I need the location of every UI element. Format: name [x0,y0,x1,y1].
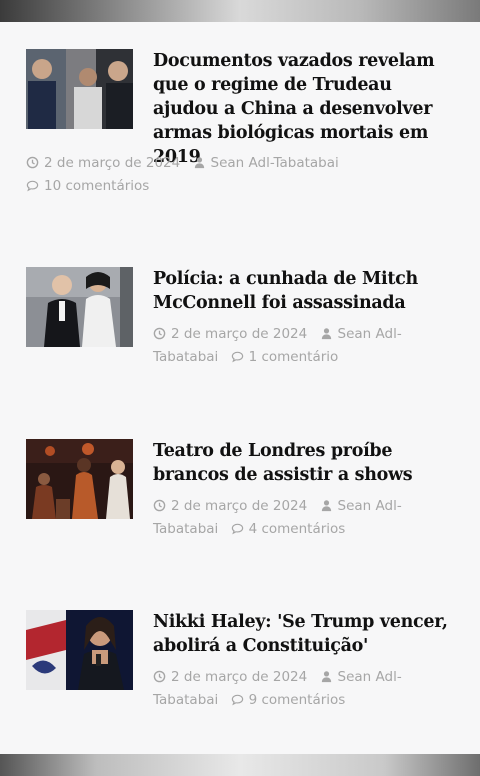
comment-icon [26,180,39,192]
blurred-bottom-border [0,754,480,776]
clock-icon [153,670,166,683]
comments-group[interactable]: 4 comentários [231,521,346,537]
article-card[interactable]: Polícia: a cunhada de Mitch McConnell fo… [26,267,466,377]
article-meta: 2 de março de 2024 Sean Adl- Tabatabai 9… [153,666,453,712]
clock-icon [26,156,39,169]
clock-icon [153,499,166,512]
clock-icon [153,327,166,340]
article-author[interactable]: Sean Adl- [338,498,402,514]
author-group[interactable]: Sean Adl- [315,326,402,342]
article-date: 2 de março de 2024 [171,669,308,685]
article-thumbnail[interactable] [26,439,133,519]
article-author-cont[interactable]: Tabatabai [153,521,218,537]
article-comments[interactable]: 10 comentários [44,178,149,194]
article-card[interactable]: Teatro de Londres proíbe brancos de assi… [26,439,466,549]
author-group[interactable]: Sean Adl- [315,669,402,685]
article-meta: 2 de março de 2024 Sean Adl- Tabatabai 1… [153,323,453,369]
article-author[interactable]: Sean Adl- [338,326,402,342]
article-author-cont[interactable]: Tabatabai [153,349,218,365]
user-icon [194,157,204,169]
article-meta: 2 de março de 2024 Sean Adl- Tabatabai 4… [153,495,453,541]
author-group[interactable]: Sean Adl- [315,498,402,514]
article-author-cont[interactable]: Tabatabai [153,692,218,708]
user-icon [321,671,331,683]
comment-icon [231,523,243,535]
article-date: 2 de março de 2024 [44,155,181,171]
article-title[interactable]: Documentos vazados revelam que o regime … [153,49,453,169]
date-group: 2 de março de 2024 [26,155,180,171]
article-feed: Documentos vazados revelam que o regime … [0,22,480,754]
user-icon [321,328,331,340]
article-card[interactable]: Nikki Haley: 'Se Trump vencer, abolirá a… [26,610,466,720]
author-group[interactable]: Sean Adl-Tabatabai [188,155,339,171]
article-title[interactable]: Nikki Haley: 'Se Trump vencer, abolirá a… [153,610,453,658]
article-author[interactable]: Sean Adl-Tabatabai [211,155,339,171]
comment-icon [231,694,243,706]
article-comments[interactable]: 4 comentários [249,521,346,537]
comments-group[interactable]: 1 comentário [231,349,339,365]
article-comments[interactable]: 9 comentários [249,692,346,708]
article-date: 2 de março de 2024 [171,498,308,514]
date-group: 2 de março de 2024 [153,326,307,342]
comments-group[interactable]: 10 comentários [26,178,149,194]
date-group: 2 de março de 2024 [153,498,307,514]
article-thumbnail[interactable] [26,49,133,129]
article-title[interactable]: Teatro de Londres proíbe brancos de assi… [153,439,453,487]
article-title[interactable]: Polícia: a cunhada de Mitch McConnell fo… [153,267,453,315]
article-comments[interactable]: 1 comentário [249,349,339,365]
comment-icon [231,351,243,363]
article-card[interactable]: Documentos vazados revelam que o regime … [26,49,466,209]
article-date: 2 de março de 2024 [171,326,308,342]
article-thumbnail[interactable] [26,267,133,347]
article-author[interactable]: Sean Adl- [338,669,402,685]
user-icon [321,500,331,512]
article-meta: 2 de março de 2024 Sean Adl-Tabatabai 10… [26,152,466,198]
date-group: 2 de março de 2024 [153,669,307,685]
comments-group[interactable]: 9 comentários [231,692,346,708]
article-thumbnail[interactable] [26,610,133,690]
blurred-top-border [0,0,480,22]
